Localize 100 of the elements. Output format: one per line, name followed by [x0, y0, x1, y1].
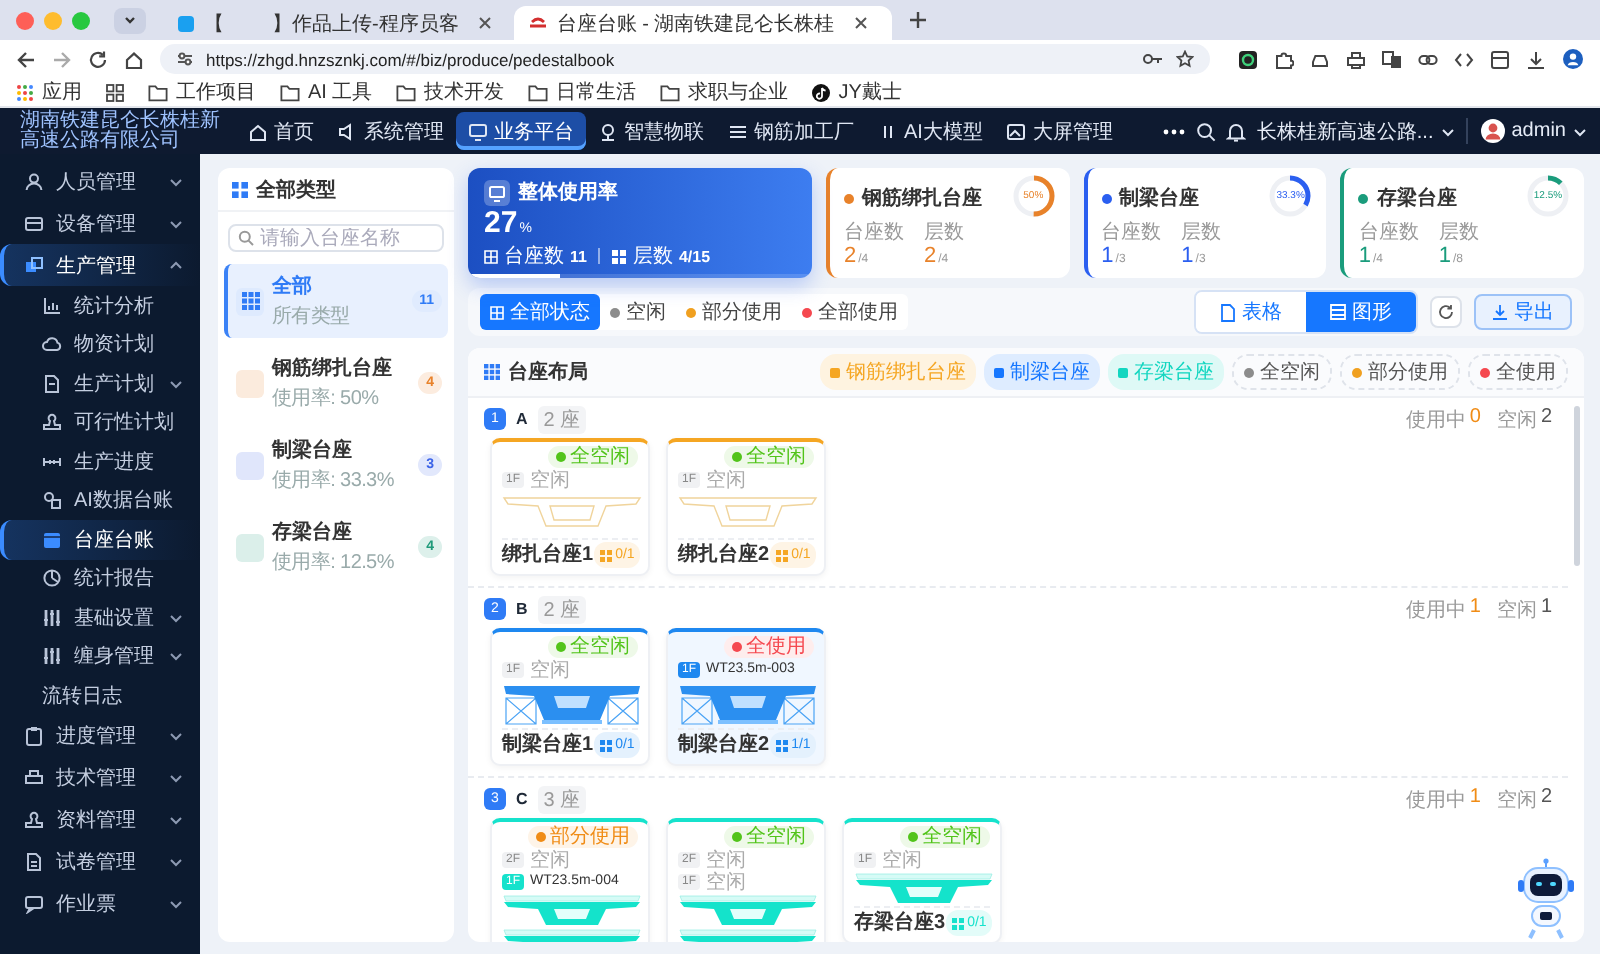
status-badge: 全空闲 [900, 826, 990, 848]
address-field[interactable]: https://zhgd.hnzsznkj.com/#/biz/produce/pedestalbook [160, 44, 1210, 74]
star-icon[interactable] [1176, 50, 1194, 68]
legend-item: 全空闲 [1232, 354, 1332, 390]
close-icon[interactable] [478, 16, 493, 30]
bell-icon[interactable] [1226, 121, 1247, 141]
sidebar-item[interactable]: 技术管理 [0, 757, 200, 799]
filter-chip[interactable]: 空闲 [600, 294, 676, 330]
legend-item: 制梁台座 [984, 354, 1100, 390]
sidebar-item[interactable]: 人员管理 [0, 160, 200, 202]
search-icon[interactable] [1196, 121, 1217, 141]
filter-chip[interactable]: 全部状态 [480, 294, 600, 330]
home-button[interactable] [124, 49, 144, 69]
document-icon [1220, 303, 1236, 321]
export-button[interactable]: 导出 [1474, 294, 1572, 330]
grid-icon [599, 739, 612, 751]
bookmark-item[interactable]: JY戴士 [812, 78, 902, 106]
folder-icon [280, 83, 300, 101]
bookmark-item[interactable]: 技术开发 [396, 78, 505, 106]
download-icon[interactable] [1526, 49, 1546, 69]
link-icon[interactable] [1418, 49, 1438, 69]
browser-tab[interactable]: 】作品上传-程序员客 [258, 6, 507, 40]
close-icon[interactable] [854, 16, 869, 30]
view-toggle-button[interactable]: 图形 [1306, 292, 1416, 332]
sidebar-item[interactable]: 设备管理 [0, 202, 200, 244]
sidebar-item[interactable]: AI数据台账 [0, 481, 200, 520]
count-tag: 3 座 [537, 785, 587, 813]
layer-status: 空闲 [530, 467, 571, 493]
new-tab-button[interactable] [908, 10, 929, 30]
sidebar-item[interactable]: 资料管理 [0, 799, 200, 841]
browser-tab[interactable]: 台座台账 - 湖南铁建昆仑长株桂 [514, 6, 893, 40]
bookmark-item[interactable]: 应用 [16, 78, 82, 106]
color-tile [236, 369, 264, 397]
sidebar-item[interactable]: 物资计划 [0, 325, 200, 364]
chevron-down-icon [168, 609, 184, 626]
bookmark-item[interactable]: AI 工具 [280, 78, 373, 106]
card-title: 存梁台座 [1376, 184, 1457, 212]
scrollbar-thumb[interactable] [1574, 406, 1580, 566]
code-icon[interactable] [1454, 49, 1474, 69]
filter-chip[interactable]: 部分使用 [676, 294, 792, 330]
bookmark-item[interactable]: 求职与企业 [660, 78, 789, 106]
key-icon[interactable] [1142, 50, 1164, 68]
stat-label: 台座数 [1101, 219, 1162, 246]
reload-button[interactable] [88, 49, 108, 69]
extension-icon[interactable] [1238, 49, 1258, 69]
chevron-down-icon [1572, 123, 1588, 139]
grid-icon[interactable] [106, 83, 124, 101]
layer-status: 空闲 [882, 847, 923, 873]
organization-dropdown[interactable]: 长株桂新高速公路... [1256, 117, 1456, 145]
sidebar-item[interactable]: 作业票 [0, 883, 200, 925]
back-button[interactable] [16, 49, 36, 69]
calendar-icon [42, 529, 62, 550]
ring-gauge [1011, 174, 1056, 218]
bookmark-item[interactable]: 日常生活 [528, 78, 637, 106]
nav-tab[interactable]: AI大模型 [866, 112, 995, 150]
bookmark-item[interactable]: 工作项目 [148, 78, 256, 106]
tab-list-button[interactable] [114, 7, 146, 33]
nav-tab[interactable]: 首页 [236, 112, 326, 150]
nav-tab[interactable]: 系统管理 [326, 112, 456, 150]
refresh-icon [1438, 304, 1454, 320]
sidebar-item[interactable]: 缠身管理 [0, 637, 200, 676]
status-badge: 全空闲 [548, 446, 638, 468]
layer-status: 空闲 [530, 657, 571, 683]
sidebar-item[interactable]: 生产计划 [0, 364, 200, 403]
tray-icon [24, 213, 44, 233]
sidebar-item[interactable]: 流转日志 [0, 676, 200, 715]
view-toggle-button[interactable]: 表格 [1196, 292, 1306, 332]
stat-value: 2 [924, 246, 937, 268]
site-info-icon[interactable] [176, 50, 194, 68]
translate-icon[interactable] [1382, 49, 1402, 69]
sidebar-item[interactable]: 试卷管理 [0, 841, 200, 883]
ring-gauge [1525, 174, 1570, 218]
sidebar-item[interactable]: 可行性计划 [0, 403, 200, 442]
sidebar-item[interactable]: 统计分析 [0, 286, 200, 325]
robot-icon[interactable] [1516, 858, 1576, 942]
sidebar-item[interactable]: 统计报告 [0, 559, 200, 598]
type-name: 制梁台座 [272, 436, 354, 464]
profile-avatar[interactable] [1562, 48, 1584, 70]
nav-tab[interactable]: 钢筋加工厂 [716, 112, 866, 150]
sidebar-item[interactable]: 生产进度 [0, 442, 200, 481]
beam-drawing [502, 682, 642, 726]
status-badge: 部分使用 [528, 826, 638, 848]
window-icon[interactable] [1490, 49, 1510, 69]
user-menu[interactable]: admin [1465, 118, 1588, 144]
puzzle-icon[interactable] [1274, 49, 1294, 69]
nav-tab[interactable]: 大屏管理 [994, 112, 1125, 150]
nav-tab[interactable]: 业务平台 [456, 112, 586, 150]
avatar-icon [1479, 118, 1506, 144]
nav-tab[interactable]: 智慧物联 [586, 112, 716, 150]
chevron-down-icon [1439, 123, 1456, 139]
sidebar-item[interactable]: 基础设置 [0, 598, 200, 637]
filter-chip[interactable]: 全部使用 [792, 294, 908, 330]
idle-count: 2 [1540, 405, 1552, 431]
printer-icon[interactable] [1346, 49, 1366, 69]
sidebar-item[interactable]: 进度管理 [0, 715, 200, 757]
browser-tab[interactable]: 【 [162, 6, 250, 40]
stat-label: 台座数 [844, 219, 904, 246]
refresh-button[interactable] [1430, 296, 1462, 328]
grid-icon [490, 305, 504, 319]
list-icon [1330, 304, 1346, 320]
